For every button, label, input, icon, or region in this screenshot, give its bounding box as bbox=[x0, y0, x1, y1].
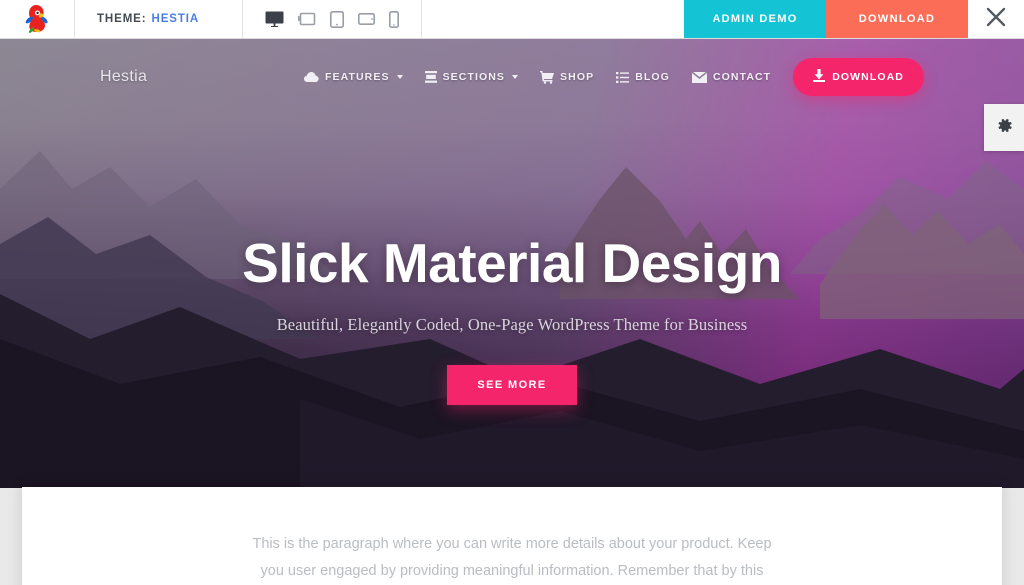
nav-download-button[interactable]: DOWNLOAD bbox=[793, 58, 924, 96]
theme-label-group: THEME: HESTIA bbox=[75, 0, 243, 38]
hero-section: Hestia FEATURES SECTIONS SHOP BLOG CONTA… bbox=[0, 39, 1024, 488]
admin-demo-button[interactable]: ADMIN DEMO bbox=[684, 0, 826, 38]
preview-topbar: THEME: HESTIA ADMIN DEMO DOWNLOAD bbox=[0, 0, 1024, 39]
site-nav-menu: FEATURES SECTIONS SHOP BLOG CONTACT DOWN… bbox=[303, 58, 924, 96]
theme-name: HESTIA bbox=[151, 13, 200, 25]
gear-icon bbox=[996, 117, 1013, 139]
site-brand[interactable]: Hestia bbox=[100, 68, 147, 86]
content-paragraph: This is the paragraph where you can writ… bbox=[252, 536, 772, 579]
nav-item-sections[interactable]: SECTIONS bbox=[424, 70, 519, 84]
chevron-down-icon bbox=[512, 75, 519, 79]
hero-text-block: Slick Material Design Beautiful, Elegant… bbox=[0, 232, 1024, 405]
download-button[interactable]: DOWNLOAD bbox=[826, 0, 968, 38]
nav-label: SHOP bbox=[560, 71, 595, 83]
nav-label: FEATURES bbox=[324, 71, 390, 83]
brand-logo[interactable] bbox=[0, 0, 75, 38]
nav-item-features[interactable]: FEATURES bbox=[303, 71, 403, 83]
see-more-button[interactable]: SEE MORE bbox=[447, 364, 577, 405]
device-tablet-landscape-button[interactable] bbox=[358, 13, 375, 25]
nav-item-blog[interactable]: BLOG bbox=[616, 71, 670, 83]
hero-title: Slick Material Design bbox=[242, 232, 782, 294]
chevron-down-icon bbox=[396, 75, 403, 79]
customizer-settings-tab[interactable] bbox=[984, 104, 1024, 151]
hero-content: Hestia FEATURES SECTIONS SHOP BLOG CONTA… bbox=[0, 39, 1024, 488]
nav-label: CONTACT bbox=[712, 71, 772, 83]
download-icon bbox=[813, 69, 826, 85]
envelope-icon bbox=[691, 71, 707, 83]
content-card: This is the paragraph where you can writ… bbox=[22, 487, 1002, 585]
nav-download-label: DOWNLOAD bbox=[832, 71, 904, 83]
nav-label: BLOG bbox=[635, 71, 670, 83]
cloud-icon bbox=[303, 71, 319, 83]
nav-item-contact[interactable]: CONTACT bbox=[691, 71, 772, 83]
close-icon bbox=[985, 6, 1007, 33]
parrot-logo-icon bbox=[24, 4, 50, 34]
hero-subtitle: Beautiful, Elegantly Coded, One-Page Wor… bbox=[276, 314, 748, 334]
site-navigation: Hestia FEATURES SECTIONS SHOP BLOG CONTA… bbox=[0, 55, 1024, 99]
preview-viewport: Hestia FEATURES SECTIONS SHOP BLOG CONTA… bbox=[0, 39, 1024, 585]
device-tablet-portrait-button[interactable] bbox=[330, 10, 344, 28]
nav-label: SECTIONS bbox=[442, 71, 506, 83]
layers-icon bbox=[424, 70, 437, 84]
nav-item-shop[interactable]: SHOP bbox=[540, 70, 595, 84]
list-icon bbox=[616, 71, 630, 83]
device-laptop-button[interactable] bbox=[298, 12, 316, 27]
device-preview-switcher bbox=[243, 0, 422, 38]
shopping-cart-icon bbox=[540, 70, 555, 84]
close-preview-button[interactable] bbox=[968, 0, 1024, 38]
device-mobile-button[interactable] bbox=[389, 10, 399, 28]
device-desktop-button[interactable] bbox=[265, 11, 284, 27]
theme-preview-screen: THEME: HESTIA ADMIN DEMO DOWNLOAD Hestia… bbox=[0, 0, 1024, 585]
theme-label: THEME: bbox=[97, 13, 147, 25]
